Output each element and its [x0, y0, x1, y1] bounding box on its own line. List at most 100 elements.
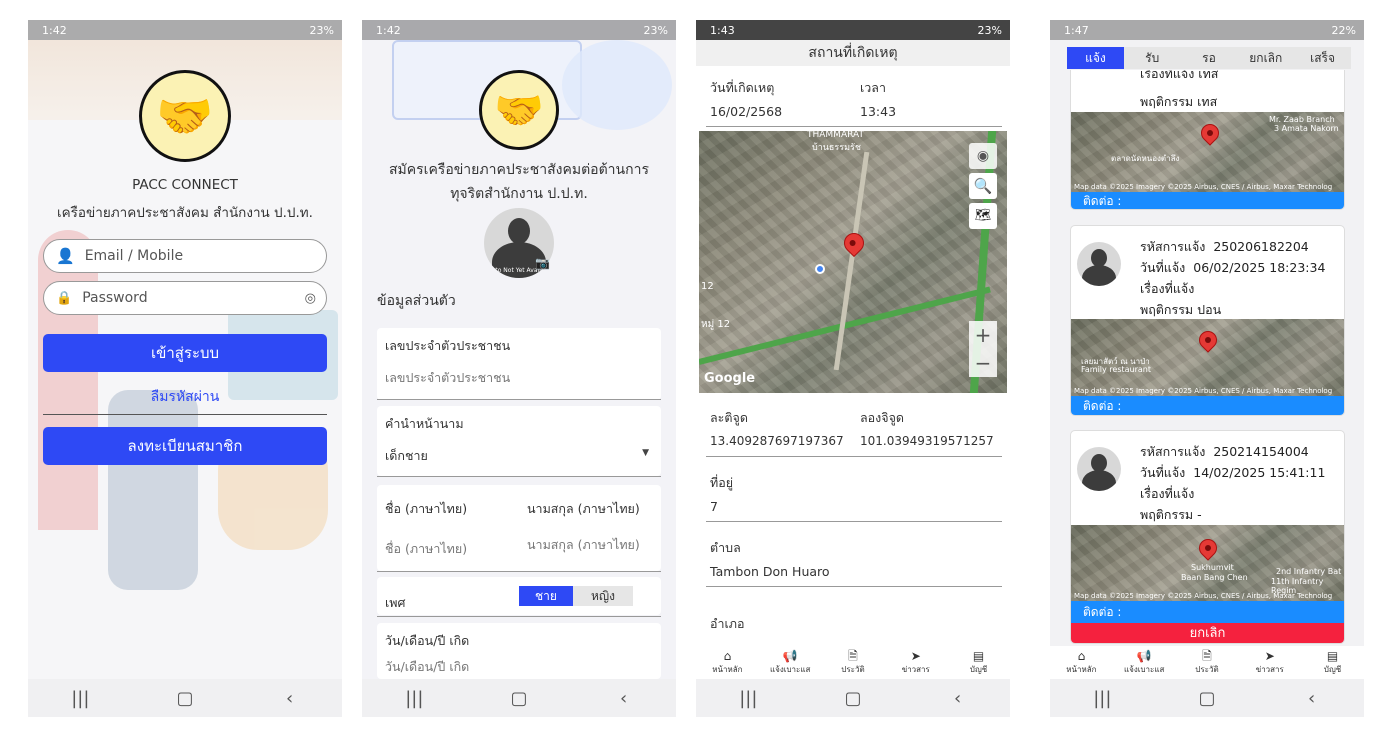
- register-button[interactable]: ลงทะเบียนสมาชิก: [43, 427, 327, 465]
- reports-screen: 1:47 22% แจ้ง รับ รอ ยกเลิก เสร็จ เรื่อง…: [1050, 20, 1364, 717]
- status-battery: 22%: [1331, 23, 1356, 37]
- handshake-icon: 🤝: [494, 87, 544, 134]
- login-screen: 1:42 23% 🤝 PACC CONNECT เครือข่ายภาคประช…: [28, 20, 342, 717]
- nav-history[interactable]: 🗎 ประวัติ: [1182, 650, 1232, 676]
- tab-done[interactable]: เสร็จ: [1294, 47, 1351, 69]
- back-icon[interactable]: ‹: [928, 688, 988, 709]
- nav-home[interactable]: ⌂ หน้าหลัก: [1056, 650, 1106, 676]
- divider: [377, 476, 661, 477]
- lastname-input[interactable]: นามสกุล (ภาษาไทย): [527, 535, 640, 555]
- password-input[interactable]: 🔒 Password ◎: [43, 281, 327, 315]
- back-icon[interactable]: ‹: [1282, 688, 1342, 709]
- divider: [377, 616, 661, 617]
- divider: [706, 456, 1002, 457]
- longitude-value: 101.03949319571257: [860, 434, 994, 448]
- status-tabs: แจ้ง รับ รอ ยกเลิก เสร็จ: [1067, 47, 1351, 69]
- status-time: 1:42: [376, 23, 401, 37]
- report-pin: [1195, 327, 1221, 353]
- system-nav-bar: ||| ▢ ‹: [1050, 679, 1364, 717]
- prefix-label: คำนำหน้านาม: [385, 416, 464, 431]
- nav-account[interactable]: ▤ บัญชี: [1308, 650, 1358, 676]
- report-date: วันที่แจ้ง 06/02/2025 18:23:34: [1140, 260, 1326, 275]
- dob-field[interactable]: วัน/เดือน/ปี เกิด วัน/เดือน/ปี เกิด: [377, 623, 661, 679]
- contact-bar: ติดต่อ :: [1071, 192, 1344, 209]
- nav-report[interactable]: 📢 แจ้งเบาะแส: [765, 650, 815, 676]
- account-icon: ▤: [972, 649, 985, 663]
- tab-report[interactable]: แจ้ง: [1067, 47, 1124, 69]
- id-card-field[interactable]: เลขประจำตัวประชาชน เลขประจำตัวประชาชน: [377, 328, 661, 400]
- nav-label: บัญชี: [969, 665, 988, 674]
- incident-map[interactable]: THAMMARAT บ้านธรรมรัช 12 หมู่ 12 ◉ 🔍 🗺 +…: [699, 131, 1007, 393]
- avatar: [1077, 447, 1121, 491]
- camera-icon[interactable]: 📷: [535, 256, 550, 270]
- report-map[interactable]: เลยมาสัตว์ ณ นาป่า Family restaurant Map…: [1071, 319, 1344, 396]
- system-nav-bar: ||| ▢ ‹: [362, 679, 676, 717]
- back-icon[interactable]: ‹: [594, 688, 654, 709]
- nav-report[interactable]: 📢 แจ้งเบาะแส: [1119, 650, 1169, 676]
- nav-news[interactable]: ➤ ข่าวสาร: [1245, 650, 1295, 676]
- report-subject: เรื่องที่แจ้ง: [1140, 281, 1195, 296]
- id-label: เลขประจำตัวประชาชน: [385, 338, 511, 353]
- home-icon[interactable]: ▢: [489, 688, 549, 709]
- nav-news[interactable]: ➤ ข่าวสาร: [891, 650, 941, 676]
- latitude-label: ละติจูด: [710, 410, 748, 425]
- email-input[interactable]: 👤 Email / Mobile: [43, 239, 327, 273]
- recent-apps-icon[interactable]: |||: [1072, 688, 1132, 709]
- report-map[interactable]: Mr. Zaab Branch 3 Amata Nakorn ตลาดนัดหน…: [1071, 112, 1344, 192]
- tab-pending[interactable]: รอ: [1181, 47, 1238, 69]
- nav-home[interactable]: ⌂ หน้าหลัก: [702, 650, 752, 676]
- password-placeholder: Password: [82, 290, 148, 306]
- nav-account[interactable]: ▤ บัญชี: [954, 650, 1004, 676]
- map-place: Family restaurant: [1081, 365, 1151, 374]
- home-icon[interactable]: ▢: [155, 688, 215, 709]
- gender-female-option[interactable]: หญิง: [573, 586, 633, 606]
- incident-location-pin[interactable]: [839, 228, 869, 258]
- map-search-button[interactable]: 🔍: [969, 173, 997, 199]
- report-card[interactable]: รหัสการแจ้ง 250214154004 วันที่แจ้ง 14/0…: [1070, 430, 1345, 644]
- recent-apps-icon[interactable]: |||: [718, 688, 778, 709]
- system-nav-bar: ||| ▢ ‹: [696, 679, 1010, 717]
- back-icon[interactable]: ‹: [260, 688, 320, 709]
- tab-received[interactable]: รับ: [1124, 47, 1181, 69]
- name-fields: ชื่อ (ภาษาไทย) นามสกุล (ภาษาไทย) ชื่อ (ภ…: [377, 485, 661, 571]
- cancel-button[interactable]: ยกเลิก: [1071, 623, 1344, 643]
- recent-apps-icon[interactable]: |||: [50, 688, 110, 709]
- background-circle-illustration: [562, 40, 672, 130]
- forgot-password-link[interactable]: ลืมรหัสผ่าน: [28, 386, 342, 408]
- zoom-in-button[interactable]: +: [969, 321, 997, 349]
- status-time: 1:47: [1064, 23, 1089, 37]
- home-icon[interactable]: ▢: [1177, 688, 1237, 709]
- home-icon[interactable]: ▢: [823, 688, 883, 709]
- report-map[interactable]: Sukhumvit Baan Bang Chen 2nd Infantry Ba…: [1071, 525, 1344, 601]
- firstname-input[interactable]: ชื่อ (ภาษาไทย): [385, 539, 467, 559]
- tab-cancelled[interactable]: ยกเลิก: [1237, 47, 1294, 69]
- lastname-label: นามสกุล (ภาษาไทย): [527, 501, 640, 516]
- firstname-label: ชื่อ (ภาษาไทย): [385, 501, 468, 516]
- current-location-dot: [815, 264, 825, 274]
- megaphone-icon: 📢: [782, 649, 798, 663]
- app-name: PACC CONNECT: [132, 177, 238, 193]
- map-place: ตลาดนัดหนองตำลึง: [1111, 154, 1180, 163]
- zoom-out-button[interactable]: −: [969, 349, 997, 377]
- gender-label: เพศ: [385, 595, 406, 610]
- login-button[interactable]: เข้าสู่ระบบ: [43, 334, 327, 372]
- eye-off-icon[interactable]: ◎: [305, 291, 316, 306]
- report-card[interactable]: รหัสการแจ้ง 250206182204 วันที่แจ้ง 06/0…: [1070, 225, 1345, 416]
- map-layers-button[interactable]: 🗺: [969, 203, 997, 229]
- status-battery: 23%: [977, 23, 1002, 37]
- report-card[interactable]: เรื่องที่แจ้ง เทส พฤติกรรม เทส Mr. Zaab …: [1070, 70, 1345, 210]
- bottom-nav: ⌂ หน้าหลัก 📢 แจ้งเบาะแส 🗎 ประวัติ ➤ ข่าวสาร …: [696, 646, 1010, 680]
- dropdown-arrow-icon: ▼: [642, 448, 649, 458]
- recent-apps-icon[interactable]: |||: [384, 688, 444, 709]
- map-locate-button[interactable]: ◉: [969, 143, 997, 169]
- time-value: 13:43: [860, 104, 897, 119]
- prefix-select[interactable]: คำนำหน้านาม เด็กชาย ▼: [377, 406, 661, 476]
- divider: [43, 414, 327, 415]
- nav-history[interactable]: 🗎 ประวัติ: [828, 650, 878, 676]
- status-bar: 1:42 23%: [362, 20, 676, 40]
- gender-male-option[interactable]: ชาย: [519, 586, 573, 606]
- map-road: [833, 151, 870, 371]
- user-icon: 👤: [56, 247, 75, 265]
- map-place: Mr. Zaab Branch: [1269, 115, 1335, 124]
- nav-label: ประวัติ: [1195, 665, 1219, 674]
